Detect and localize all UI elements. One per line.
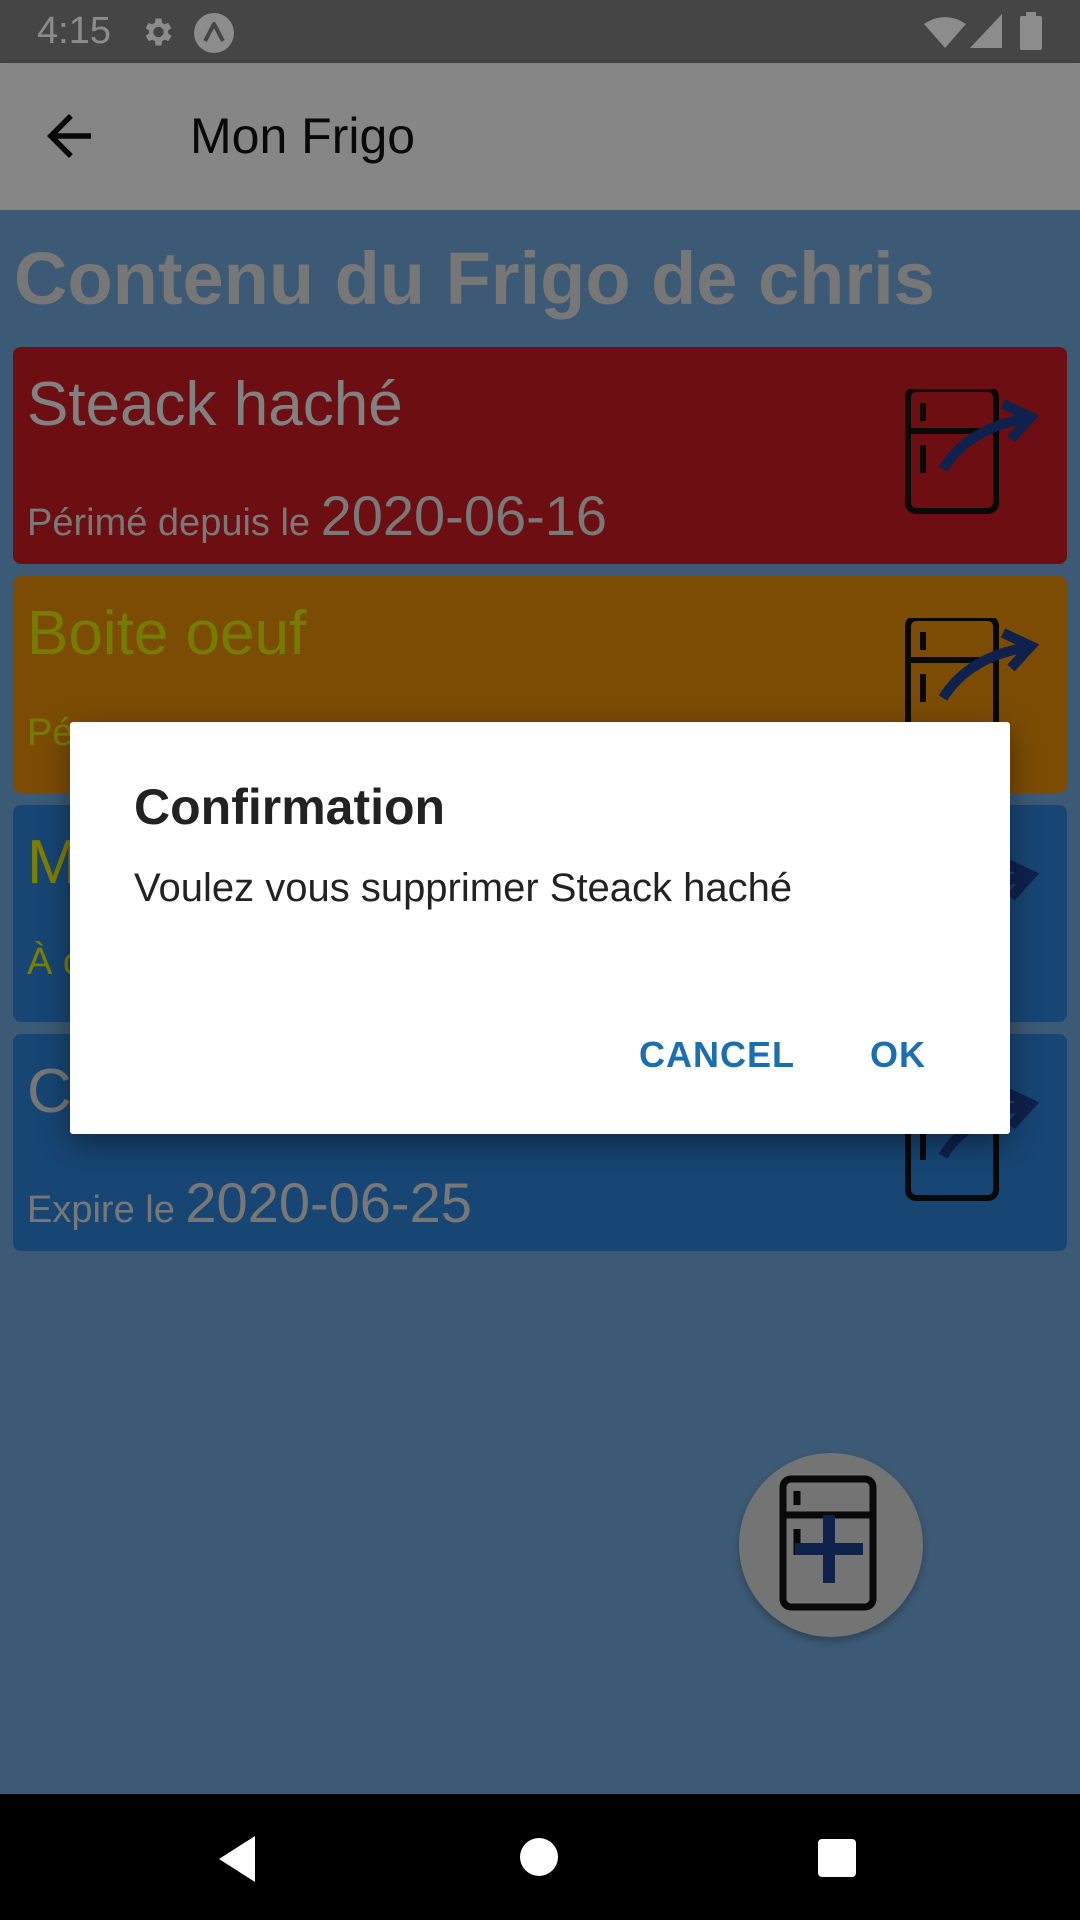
- dialog-title: Confirmation: [134, 779, 446, 835]
- navigation-bar: [0, 1794, 1080, 1920]
- nav-back-icon[interactable]: [215, 1834, 259, 1884]
- cancel-button[interactable]: CANCEL: [639, 1034, 795, 1076]
- nav-home-icon[interactable]: [520, 1838, 558, 1876]
- ok-button[interactable]: OK: [870, 1034, 926, 1076]
- dialog-message: Voulez vous supprimer Steack haché: [134, 866, 793, 910]
- nav-recents-icon[interactable]: [818, 1839, 856, 1877]
- confirmation-dialog: Confirmation Voulez vous supprimer Steac…: [70, 722, 1010, 1134]
